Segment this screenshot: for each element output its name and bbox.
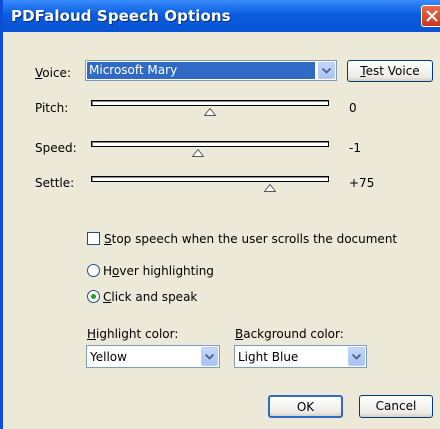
background-color-value: Light Blue	[238, 350, 299, 364]
click-and-speak-label[interactable]: Click and speak	[103, 290, 197, 304]
highlight-color-dropdown-button[interactable]	[201, 347, 218, 366]
settle-slider-thumb[interactable]	[263, 184, 276, 192]
speed-label: Speed:	[35, 141, 77, 155]
voice-label: Voice:	[35, 66, 71, 80]
background-color-select[interactable]: Light Blue	[234, 345, 367, 368]
highlight-color-label: Highlight color:	[87, 327, 179, 341]
background-color-dropdown-button[interactable]	[348, 347, 365, 366]
speed-slider-track[interactable]	[91, 141, 329, 147]
test-voice-button[interactable]: Test Voice	[347, 60, 433, 82]
click-and-speak-radio[interactable]	[87, 290, 100, 303]
ok-button[interactable]: OK	[268, 395, 343, 418]
hover-highlighting-radio[interactable]	[87, 264, 100, 277]
stop-speech-label[interactable]: Stop speech when the user scrolls the do…	[104, 232, 397, 246]
pitch-label: Pitch:	[35, 101, 69, 115]
radio-selected-dot	[91, 294, 96, 299]
chevron-down-icon	[205, 354, 214, 360]
speed-slider-thumb[interactable]	[192, 149, 205, 157]
background-color-label: Background color:	[235, 327, 344, 341]
pitch-value: 0	[349, 101, 357, 115]
stop-speech-checkbox[interactable]	[87, 232, 100, 245]
settle-slider-track[interactable]	[91, 176, 329, 182]
pitch-slider-thumb[interactable]	[204, 108, 216, 116]
hover-highlighting-label[interactable]: Hover highlighting	[103, 264, 214, 278]
close-icon	[426, 10, 438, 22]
voice-select[interactable]: Microsoft Mary	[85, 60, 337, 81]
highlight-color-select[interactable]: Yellow	[86, 345, 220, 368]
window-title: PDFaloud Speech Options	[11, 7, 231, 25]
voice-select-value: Microsoft Mary	[87, 62, 315, 79]
highlight-color-value: Yellow	[90, 350, 127, 364]
chevron-down-icon	[352, 354, 361, 360]
settle-value: +75	[349, 176, 375, 190]
cancel-button[interactable]: Cancel	[359, 395, 433, 418]
close-button[interactable]	[421, 5, 440, 27]
title-bar[interactable]: PDFaloud Speech Options	[3, 0, 440, 32]
pitch-slider-track[interactable]	[91, 100, 329, 106]
speed-value: -1	[349, 141, 361, 155]
settle-label: Settle:	[35, 176, 75, 190]
speech-options-dialog: PDFaloud Speech Options Voice: Microsoft…	[0, 0, 440, 429]
chevron-down-icon	[322, 68, 331, 74]
voice-dropdown-button[interactable]	[318, 62, 335, 79]
